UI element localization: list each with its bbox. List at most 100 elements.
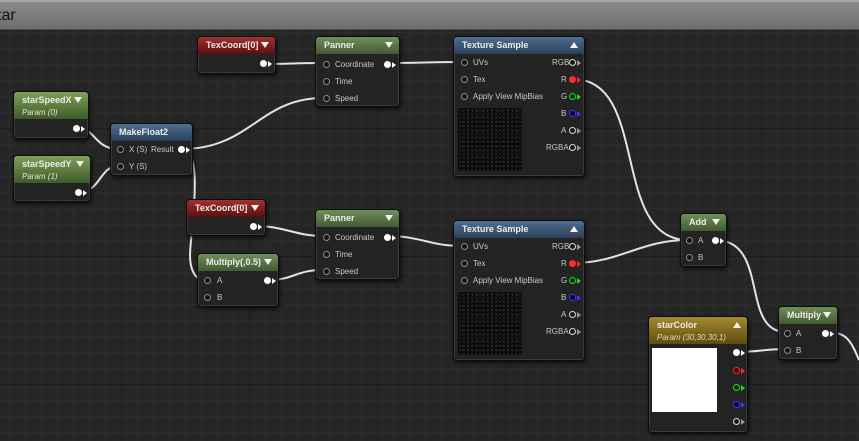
node-title: Add (689, 217, 707, 227)
input-pin-b[interactable] (784, 347, 791, 354)
wire-texsample1-r-to-add-a (572, 78, 689, 241)
output-pin-rgb[interactable] (733, 349, 740, 356)
pin-label-a: A (561, 126, 567, 135)
output-pin[interactable] (73, 125, 80, 132)
output-pin[interactable] (712, 237, 719, 244)
node-star-color[interactable]: starColor Param (30,30,30,1) (648, 316, 748, 433)
output-pin[interactable] (384, 61, 391, 68)
node-star-speed-y[interactable]: starSpeedY Param (1) (13, 155, 91, 202)
node-title: Texture Sample (462, 40, 529, 50)
output-pin-g[interactable] (733, 384, 740, 391)
output-pin-b[interactable] (569, 110, 576, 117)
pin-label-speed: Speed (335, 267, 359, 276)
input-pin-speed[interactable] (323, 268, 330, 275)
output-pin[interactable] (250, 223, 257, 230)
output-pin-rgb[interactable] (569, 243, 576, 250)
output-pin-b[interactable] (733, 401, 740, 408)
input-pin-b[interactable] (204, 294, 211, 301)
output-pin-a[interactable] (733, 418, 740, 425)
node-texture-sample-1[interactable]: Texture Sample UVs RGB Tex R Apply View … (453, 36, 585, 177)
node-title: Panner (324, 40, 355, 50)
node-star-speed-x[interactable]: starSpeedX Param (0) (13, 91, 89, 139)
input-pin-a[interactable] (686, 237, 693, 244)
input-pin-y[interactable] (117, 163, 124, 170)
collapse-arrow-icon[interactable] (570, 226, 578, 232)
output-pin-a[interactable] (569, 127, 576, 134)
node-title: Multiply(,0.5) (206, 257, 262, 267)
output-pin-arrow-icon (577, 278, 581, 284)
input-pin-a[interactable] (204, 277, 211, 284)
output-pin[interactable] (75, 189, 82, 196)
node-texcoord-2[interactable]: TexCoord[0] (186, 199, 266, 236)
output-pin-r[interactable] (569, 260, 576, 267)
pin-label-r: R (561, 259, 567, 268)
input-pin-a[interactable] (784, 330, 791, 337)
collapse-arrow-icon[interactable] (385, 42, 393, 48)
input-pin-time[interactable] (323, 78, 330, 85)
collapse-arrow-icon[interactable] (76, 161, 84, 167)
node-title: MakeFloat2 (119, 127, 169, 137)
input-pin-tex[interactable] (461, 76, 468, 83)
pin-label-time: Time (335, 77, 353, 86)
collapse-arrow-icon[interactable] (251, 205, 259, 211)
material-graph-canvas[interactable]: tar starSpeedX Param (0) starSpeedY Param … (0, 0, 859, 441)
pin-label-uvs: UVs (473, 58, 489, 67)
output-pin-arrow-icon (258, 224, 262, 230)
node-panner-1[interactable]: Panner Coordinate Time Speed (315, 36, 400, 107)
output-pin-g[interactable] (569, 93, 576, 100)
input-pin-speed[interactable] (323, 95, 330, 102)
output-pin-r[interactable] (569, 76, 576, 83)
collapse-arrow-icon[interactable] (570, 42, 578, 48)
node-title: starSpeedY (22, 159, 72, 169)
output-pin-r[interactable] (733, 367, 740, 374)
collapse-arrow-icon[interactable] (261, 42, 269, 48)
node-title: Panner (324, 213, 355, 223)
output-pin-result[interactable] (178, 146, 185, 153)
output-pin[interactable] (264, 277, 271, 284)
pin-label-mip: Apply View MipBias (473, 92, 544, 101)
pin-label-b: B (698, 253, 704, 262)
collapse-arrow-icon[interactable] (823, 312, 831, 318)
pin-label-g: G (561, 92, 568, 101)
collapse-arrow-icon[interactable] (74, 97, 82, 103)
node-multiply-half[interactable]: Multiply(,0.5) A B (197, 253, 279, 307)
input-pin-tex[interactable] (461, 260, 468, 267)
collapse-arrow-icon[interactable] (733, 322, 741, 328)
output-pin[interactable] (260, 60, 267, 67)
output-pin[interactable] (384, 234, 391, 241)
node-make-float2[interactable]: MakeFloat2 X (S) Result Y (S) (110, 123, 193, 176)
collapse-arrow-icon[interactable] (712, 219, 720, 225)
pin-label-y: Y (S) (129, 162, 148, 171)
output-pin-b[interactable] (569, 294, 576, 301)
collapse-arrow-icon[interactable] (264, 259, 272, 265)
output-pin-a[interactable] (569, 311, 576, 318)
output-pin-arrow-icon (577, 128, 581, 134)
node-texture-sample-2[interactable]: Texture Sample UVs RGB Tex R Apply View … (453, 220, 585, 361)
output-pin-rgba[interactable] (569, 328, 576, 335)
node-panner-2[interactable]: Panner Coordinate Time Speed (315, 209, 400, 280)
input-pin-mip[interactable] (461, 93, 468, 100)
input-pin-mip[interactable] (461, 277, 468, 284)
input-pin-uvs[interactable] (461, 59, 468, 66)
node-texcoord-1[interactable]: TexCoord[0] (197, 36, 276, 74)
input-pin-time[interactable] (323, 251, 330, 258)
pin-label-a: A (217, 276, 223, 285)
output-pin[interactable] (822, 330, 829, 337)
input-pin-uvs[interactable] (461, 243, 468, 250)
pin-label-result: Result (151, 145, 174, 154)
pin-label-x: X (S) (129, 145, 148, 154)
input-pin-coordinate[interactable] (323, 61, 330, 68)
output-pin-g[interactable] (569, 277, 576, 284)
output-pin-rgba[interactable] (569, 144, 576, 151)
input-pin-coordinate[interactable] (323, 234, 330, 241)
node-multiply[interactable]: Multiply A B (778, 306, 838, 360)
output-pin-rgb[interactable] (569, 59, 576, 66)
input-pin-b[interactable] (686, 254, 693, 261)
node-subtitle: Param (30,30,30,1) (657, 333, 726, 342)
input-pin-x[interactable] (117, 146, 124, 153)
output-pin-arrow-icon (81, 126, 85, 132)
node-add[interactable]: Add A B (680, 213, 727, 267)
node-title: TexCoord[0] (206, 40, 259, 50)
pin-label-rgba: RGBA (546, 143, 569, 152)
collapse-arrow-icon[interactable] (385, 215, 393, 221)
